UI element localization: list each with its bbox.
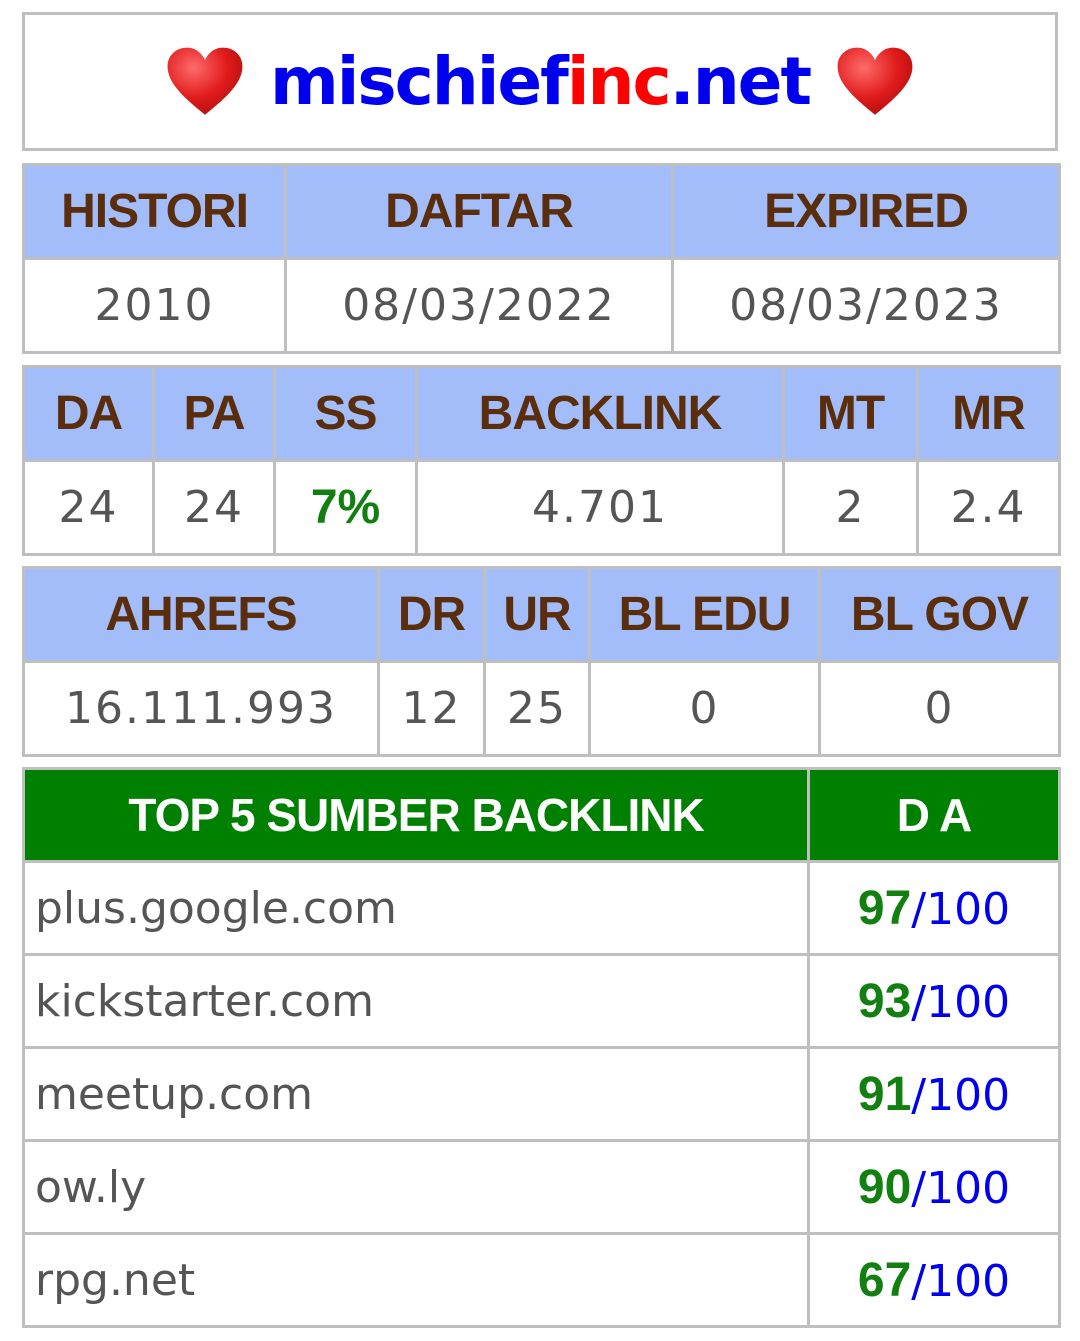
- backlinks-header-row: TOP 5 SUMBER BACKLINK D A: [22, 767, 1061, 863]
- value-bl-gov: 0: [818, 660, 1061, 757]
- backlink-score: 90/100: [807, 1139, 1061, 1235]
- score-value: 90: [857, 1160, 912, 1214]
- value-pa: 24: [152, 459, 276, 556]
- backlink-score: 91/100: [807, 1046, 1061, 1142]
- value-dr: 12: [377, 660, 486, 757]
- score-max: 100: [926, 1162, 1011, 1214]
- score-max: 100: [926, 883, 1011, 935]
- header-bl-edu: BL EDU: [588, 566, 821, 663]
- site-title: mischiefinc.net: [270, 43, 812, 120]
- value-daftar: 08/03/2022: [284, 257, 674, 354]
- value-mr: 2.4: [916, 459, 1061, 556]
- backlink-score: 93/100: [807, 953, 1061, 1049]
- header-mt: MT: [782, 365, 919, 462]
- value-backlink: 4.701: [415, 459, 785, 556]
- header-pa: PA: [152, 365, 276, 462]
- backlink-domain: kickstarter.com: [22, 953, 810, 1049]
- table-row: plus.google.com 97/100: [22, 860, 1061, 956]
- backlink-domain: rpg.net: [22, 1232, 810, 1328]
- score-separator: /: [911, 1255, 927, 1307]
- header-da-score: D A: [807, 767, 1061, 863]
- table-row: ow.ly 90/100: [22, 1139, 1061, 1235]
- backlink-score: 67/100: [807, 1232, 1061, 1328]
- value-mt: 2: [782, 459, 919, 556]
- backlink-domain: meetup.com: [22, 1046, 810, 1142]
- header-bl-gov: BL GOV: [818, 566, 1061, 663]
- value-da: 24: [22, 459, 155, 556]
- red-heart-icon: [167, 47, 243, 115]
- header-expired: EXPIRED: [671, 163, 1061, 260]
- score-separator: /: [911, 1069, 927, 1121]
- score-separator: /: [911, 883, 927, 935]
- header-histori: HISTORI: [22, 163, 287, 260]
- top-backlinks-table: TOP 5 SUMBER BACKLINK D A plus.google.co…: [22, 767, 1061, 1328]
- header-daftar: DAFTAR: [284, 163, 674, 260]
- header-da: DA: [22, 365, 155, 462]
- site-title-part-2: inc: [566, 43, 672, 120]
- score-separator: /: [911, 1162, 927, 1214]
- ahrefs-table: AHREFS DR UR BL EDU BL GOV 16.111.993 12…: [22, 566, 1061, 757]
- table-row: meetup.com 91/100: [22, 1046, 1061, 1142]
- backlink-domain: ow.ly: [22, 1139, 810, 1235]
- score-max: 100: [926, 1069, 1011, 1121]
- value-ur: 25: [483, 660, 591, 757]
- value-histori: 2010: [22, 257, 287, 354]
- ahrefs-value-row: 16.111.993 12 25 0 0: [22, 660, 1061, 757]
- header-top-backlink: TOP 5 SUMBER BACKLINK: [22, 767, 810, 863]
- header-dr: DR: [377, 566, 486, 663]
- score-separator: /: [911, 976, 927, 1028]
- metrics-table: DA PA SS BACKLINK MT MR 24 24 7% 4.701 2…: [22, 365, 1061, 556]
- header-backlink: BACKLINK: [415, 365, 785, 462]
- metrics-header-row: DA PA SS BACKLINK MT MR: [22, 365, 1061, 462]
- site-title-part-3: .net: [669, 43, 812, 120]
- title-box: mischiefinc.net: [22, 12, 1058, 151]
- history-table: HISTORI DAFTAR EXPIRED 2010 08/03/2022 0…: [22, 163, 1061, 354]
- score-max: 100: [926, 1255, 1011, 1307]
- history-header-row: HISTORI DAFTAR EXPIRED: [22, 163, 1061, 260]
- ahrefs-header-row: AHREFS DR UR BL EDU BL GOV: [22, 566, 1061, 663]
- header-ahrefs: AHREFS: [22, 566, 380, 663]
- value-ss: 7%: [273, 459, 418, 556]
- site-title-part-1: mischief: [270, 43, 569, 120]
- score-value: 67: [857, 1253, 912, 1307]
- backlink-domain: plus.google.com: [22, 860, 810, 956]
- value-expired: 08/03/2023: [671, 257, 1061, 354]
- score-max: 100: [926, 976, 1011, 1028]
- value-ahrefs: 16.111.993: [22, 660, 380, 757]
- header-ss: SS: [273, 365, 418, 462]
- table-row: rpg.net 67/100: [22, 1232, 1061, 1328]
- history-value-row: 2010 08/03/2022 08/03/2023: [22, 257, 1061, 354]
- score-value: 91: [857, 1067, 912, 1121]
- table-row: kickstarter.com 93/100: [22, 953, 1061, 1049]
- red-heart-icon: [837, 47, 913, 115]
- score-value: 97: [857, 881, 912, 935]
- header-ur: UR: [483, 566, 591, 663]
- value-bl-edu: 0: [588, 660, 821, 757]
- score-value: 93: [857, 974, 912, 1028]
- metrics-value-row: 24 24 7% 4.701 2 2.4: [22, 459, 1061, 556]
- backlink-score: 97/100: [807, 860, 1061, 956]
- header-mr: MR: [916, 365, 1061, 462]
